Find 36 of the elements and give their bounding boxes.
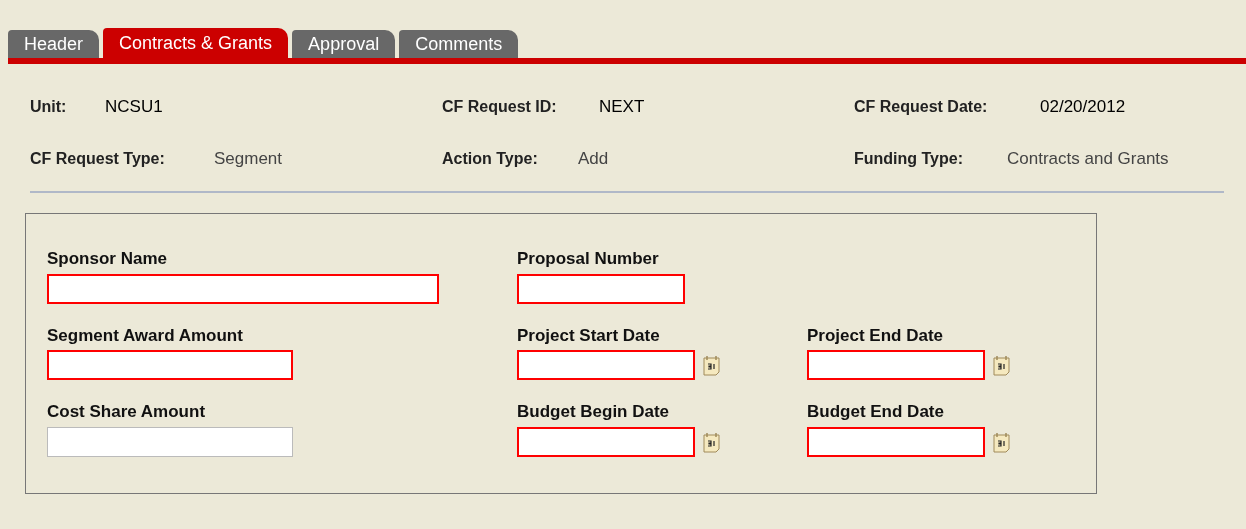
field-label: Budget Begin Date: [517, 401, 671, 423]
field-label: CF Request Type:: [30, 148, 166, 169]
field-value: Segment: [214, 147, 283, 170]
field-label: Project End Date: [807, 324, 945, 347]
field-label: Segment Award Amount: [47, 324, 244, 347]
tab[interactable]: Header: [8, 30, 100, 58]
input-field[interactable]: [517, 426, 695, 457]
field-label: Funding Type:: [854, 148, 964, 169]
calendar-icon[interactable]: [993, 430, 1011, 453]
field-value: Add: [578, 147, 609, 170]
field-value: 02/20/2012: [1040, 96, 1126, 118]
field-label: Unit:: [30, 97, 68, 117]
input-field[interactable]: [47, 350, 293, 380]
field-label: Sponsor Name: [47, 248, 168, 270]
input-field[interactable]: [807, 350, 985, 380]
calendar-icon[interactable]: [703, 354, 721, 376]
input-field[interactable]: [517, 350, 695, 380]
calendar-icon[interactable]: [993, 354, 1011, 376]
tab[interactable]: Comments: [399, 30, 519, 58]
input-field[interactable]: [47, 426, 293, 457]
field-value: NEXT: [599, 96, 645, 118]
field-value: NCSU1: [105, 96, 163, 118]
tab[interactable]: Contracts & Grants: [103, 28, 289, 58]
field-label: CF Request ID:: [442, 97, 558, 117]
field-value: Contracts and Grants: [1007, 147, 1169, 170]
calendar-icon[interactable]: [703, 430, 721, 453]
tab[interactable]: Approval: [292, 30, 396, 58]
field-label: Budget End Date: [807, 401, 945, 423]
input-field[interactable]: [517, 273, 685, 304]
field-label: CF Request Date:: [854, 97, 989, 117]
field-label: Proposal Number: [517, 248, 660, 270]
input-field[interactable]: [807, 426, 985, 457]
field-label: Project Start Date: [517, 324, 661, 347]
field-label: Action Type:: [442, 148, 539, 169]
field-label: Cost Share Amount: [47, 401, 207, 423]
input-field[interactable]: [47, 273, 439, 304]
